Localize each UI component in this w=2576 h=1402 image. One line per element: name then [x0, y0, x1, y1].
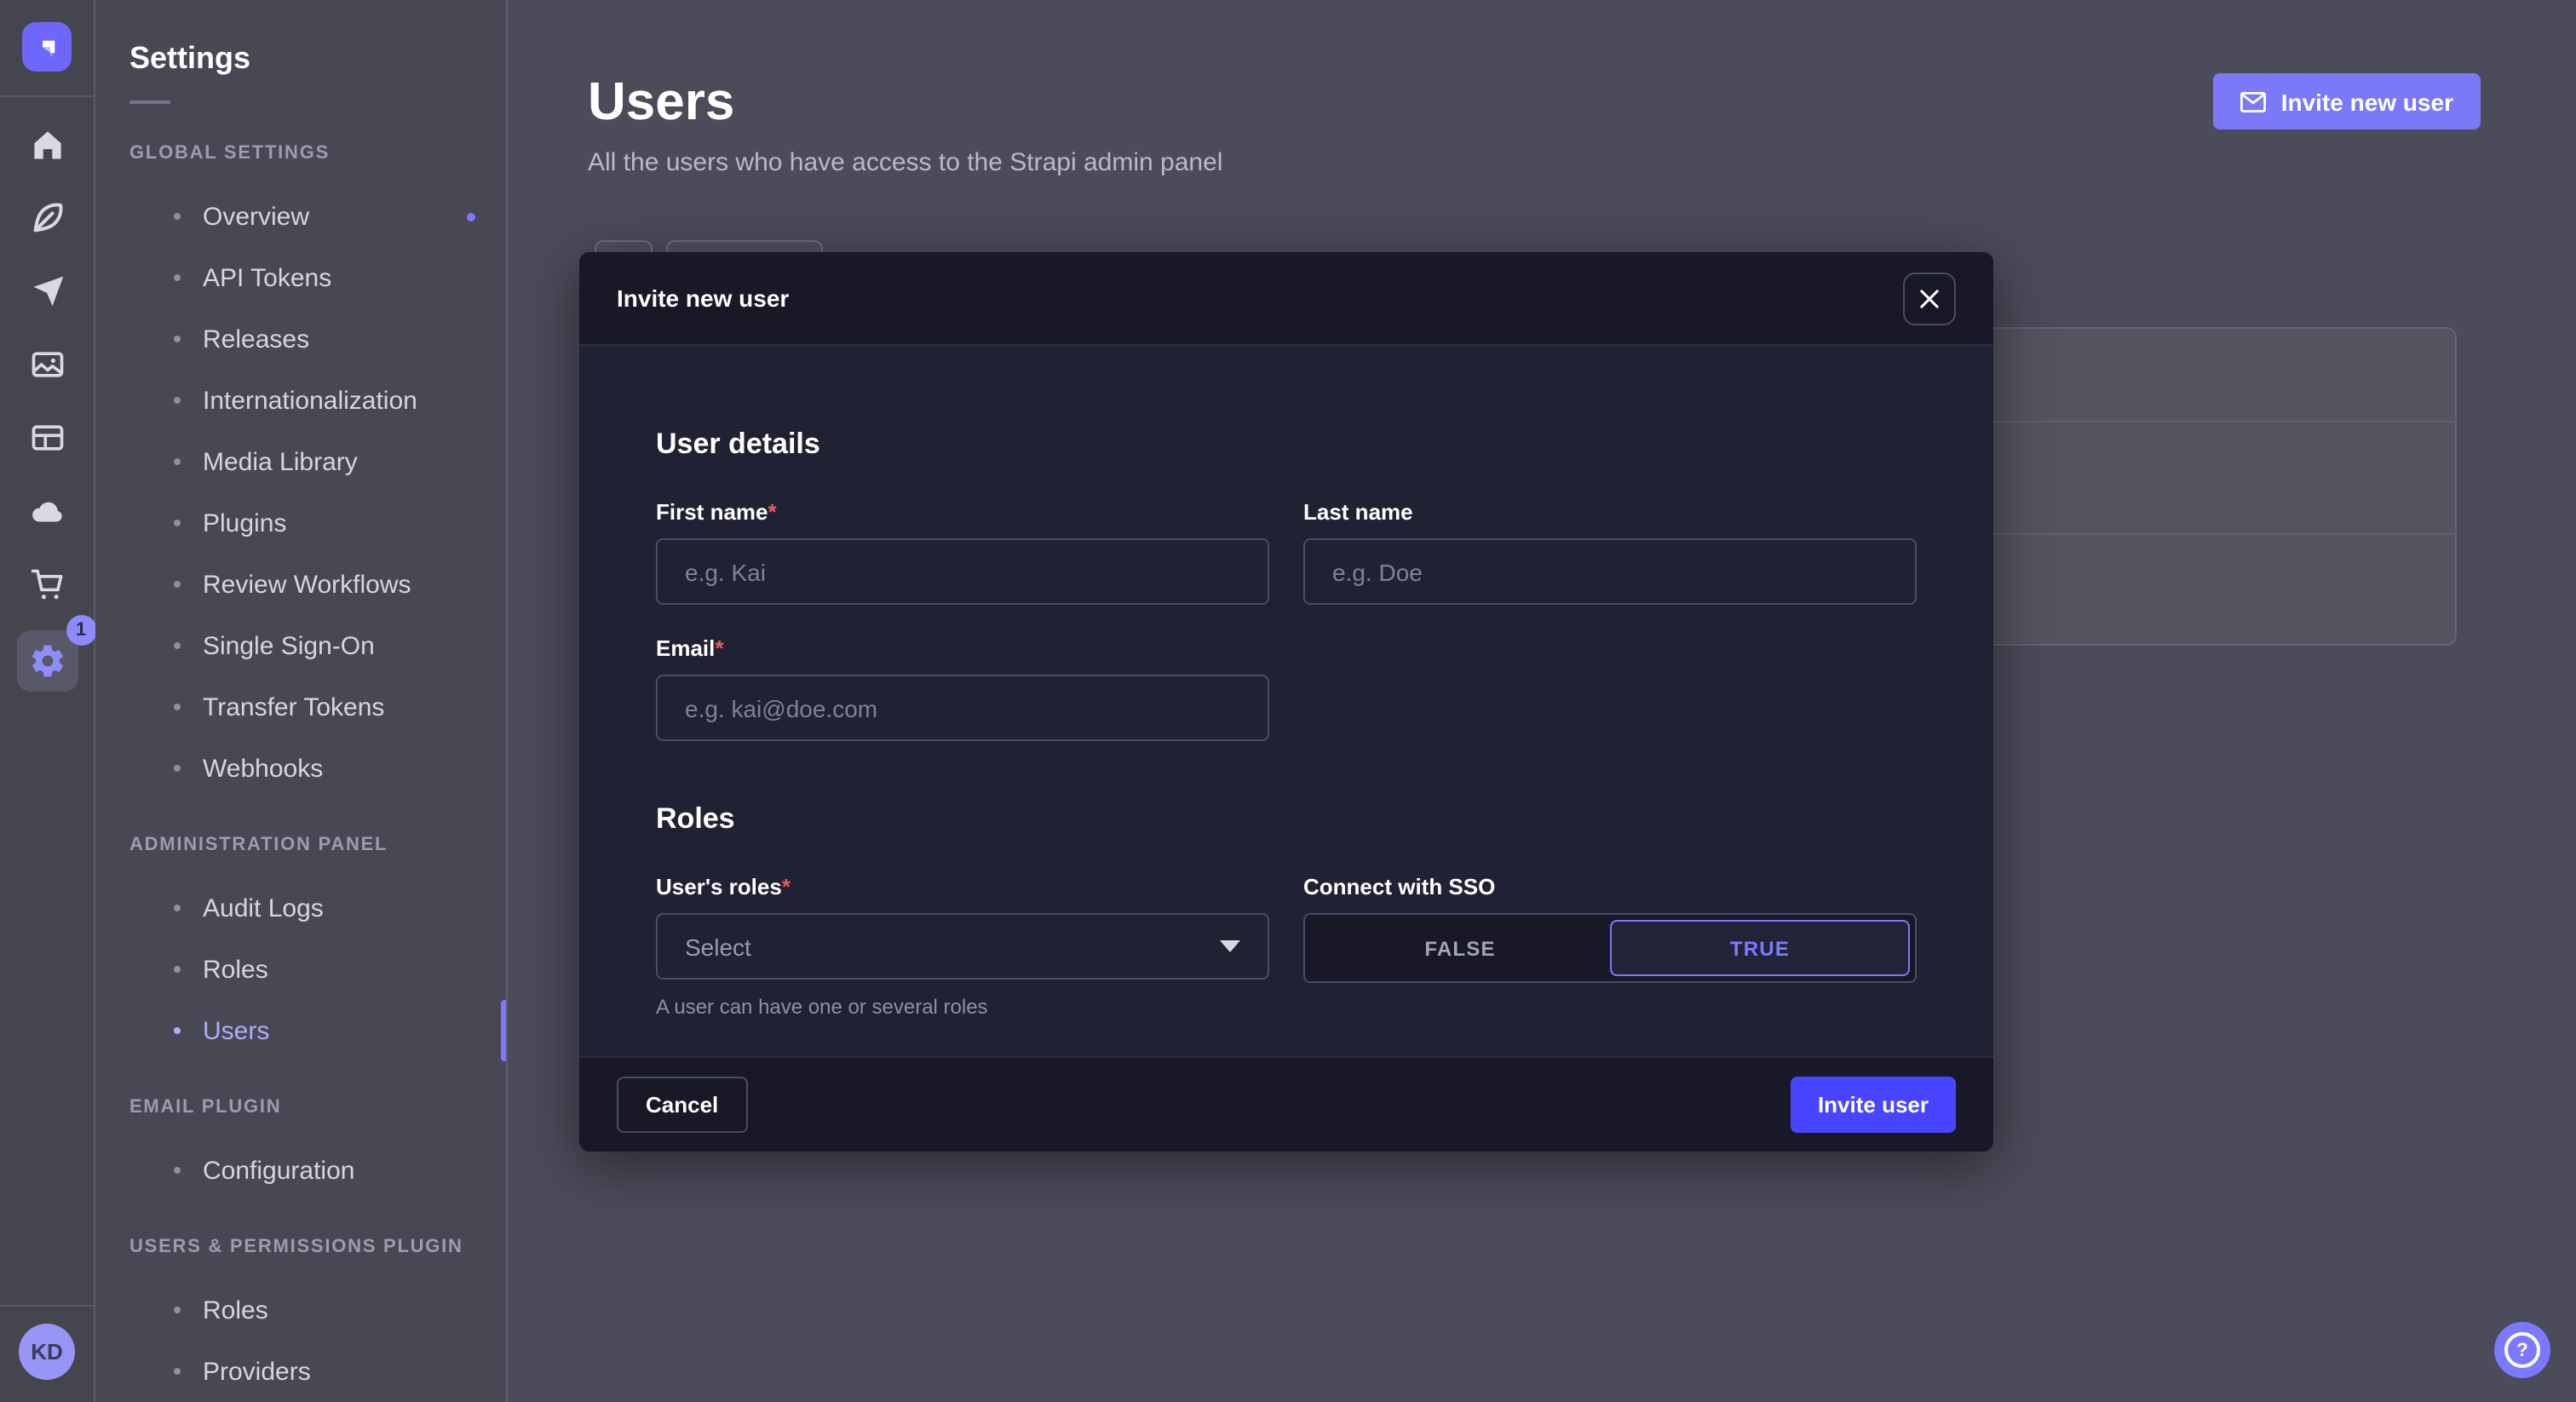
sidebar-item-api-tokens[interactable]: API Tokens: [129, 247, 506, 308]
settings-notification-badge: 1: [66, 615, 96, 646]
user-roles-field-group: User's roles* Select A user can have one…: [656, 874, 1269, 1019]
cloud-icon[interactable]: [26, 491, 67, 531]
bullet-icon: [174, 1027, 181, 1034]
bullet-icon: [174, 458, 181, 465]
sidebar-item-review-workflows[interactable]: Review Workflows: [129, 554, 506, 615]
email-input[interactable]: [656, 675, 1269, 741]
settings-sidebar: Settings GLOBAL SETTINGS Overview API To…: [95, 0, 508, 1402]
modal-title: Invite new user: [617, 284, 789, 312]
strapi-logo[interactable]: [22, 22, 72, 72]
user-roles-select[interactable]: Select: [656, 913, 1269, 980]
sidebar-item-configuration[interactable]: Configuration: [129, 1140, 506, 1201]
bullet-icon: [174, 642, 181, 649]
sso-option-false[interactable]: FALSE: [1310, 920, 1610, 976]
strapi-logo-icon: [32, 32, 62, 62]
envelope-icon: [2240, 91, 2266, 112]
section-title-roles: Roles: [656, 802, 1917, 836]
sso-field-group: Connect with SSO FALSE TRUE: [1303, 874, 1917, 1019]
bullet-icon: [174, 213, 181, 220]
bullet-icon: [174, 704, 181, 710]
home-icon[interactable]: [26, 124, 67, 165]
invite-user-modal: Invite new user User details First name*: [579, 252, 1993, 1152]
help-button[interactable]: ?: [2494, 1322, 2550, 1378]
strapi-admin-screen: 1 KD Settings GLOBAL SETTINGS Overview A…: [0, 0, 2576, 1402]
cancel-button[interactable]: Cancel: [617, 1077, 747, 1133]
layout-icon[interactable]: [26, 417, 67, 458]
page-subtitle: All the users who have access to the Str…: [588, 148, 2481, 177]
bullet-icon: [174, 1368, 181, 1375]
last-name-label: Last name: [1303, 499, 1917, 525]
bullet-icon: [174, 336, 181, 342]
feather-icon[interactable]: [26, 198, 67, 238]
sidebar-item-audit-logs[interactable]: Audit Logs: [129, 877, 506, 939]
section-header-administration-panel: ADMINISTRATION PANEL: [129, 813, 506, 877]
sidebar-title: Settings: [129, 41, 506, 77]
bullet-icon: [174, 397, 181, 404]
user-roles-label: User's roles*: [656, 874, 1269, 899]
email-field-group: Email*: [656, 635, 1269, 741]
bullet-icon: [174, 274, 181, 281]
close-button[interactable]: [1903, 272, 1956, 325]
bullet-icon: [174, 520, 181, 526]
modal-footer: Cancel Invite user: [579, 1056, 1993, 1152]
sidebar-title-divider: [129, 101, 170, 104]
last-name-field-group: Last name: [1303, 499, 1917, 605]
bullet-icon: [174, 966, 181, 973]
section-header-global-settings: GLOBAL SETTINGS: [129, 121, 506, 186]
sidebar-item-transfer-tokens[interactable]: Transfer Tokens: [129, 676, 506, 738]
modal-body: User details First name* Last name: [579, 346, 1993, 1019]
section-header-users-permissions-plugin: USERS & PERMISSIONS PLUGIN: [129, 1215, 506, 1279]
sidebar-item-up-roles[interactable]: Roles: [129, 1279, 506, 1341]
icon-rail: 1 KD: [0, 0, 95, 1402]
bullet-icon: [174, 1307, 181, 1313]
sidebar-item-admin-roles[interactable]: Roles: [129, 939, 506, 1000]
page-header: Users All the users who have access to t…: [509, 0, 2576, 177]
close-icon: [1920, 289, 1939, 307]
rail-nav: 1: [0, 124, 94, 685]
sidebar-item-overview[interactable]: Overview: [129, 186, 506, 247]
media-library-icon[interactable]: [26, 344, 67, 385]
sso-option-true[interactable]: TRUE: [1610, 920, 1910, 976]
roles-hint-text: A user can have one or several roles: [656, 995, 1269, 1019]
page-title: Users: [588, 75, 2481, 128]
bullet-icon: [174, 765, 181, 772]
sidebar-item-releases[interactable]: Releases: [129, 308, 506, 370]
user-avatar[interactable]: KD: [19, 1324, 75, 1380]
first-name-field-group: First name*: [656, 499, 1269, 605]
required-asterisk: *: [768, 499, 777, 525]
first-name-input[interactable]: [656, 538, 1269, 605]
invite-user-submit-button[interactable]: Invite user: [1791, 1077, 1956, 1133]
bullet-icon: [174, 1167, 181, 1174]
sidebar-item-media-library[interactable]: Media Library: [129, 431, 506, 492]
rail-bottom-divider: [0, 1305, 94, 1307]
sidebar-item-providers[interactable]: Providers: [129, 1341, 506, 1402]
question-mark-icon: ?: [2504, 1332, 2540, 1368]
required-asterisk: *: [715, 635, 723, 661]
bullet-icon: [174, 905, 181, 911]
rail-divider: [0, 95, 94, 97]
modal-header: Invite new user: [579, 252, 1993, 346]
sidebar-item-plugins[interactable]: Plugins: [129, 492, 506, 554]
required-asterisk: *: [782, 874, 791, 899]
invite-new-user-button[interactable]: Invite new user: [2213, 73, 2481, 129]
sso-label: Connect with SSO: [1303, 874, 1917, 899]
sidebar-item-internationalization[interactable]: Internationalization: [129, 370, 506, 431]
first-name-label: First name*: [656, 499, 1269, 525]
section-title-user-details: User details: [656, 428, 1917, 462]
chevron-down-icon: [1220, 940, 1240, 952]
sidebar-item-users[interactable]: Users: [129, 1000, 506, 1061]
send-icon[interactable]: [26, 271, 67, 312]
overview-notification-dot-icon: [467, 212, 475, 221]
email-label: Email*: [656, 635, 1269, 661]
settings-gear-icon[interactable]: 1: [16, 630, 78, 692]
sidebar-item-webhooks[interactable]: Webhooks: [129, 738, 506, 799]
sidebar-item-single-sign-on[interactable]: Single Sign-On: [129, 615, 506, 676]
sso-toggle: FALSE TRUE: [1303, 913, 1917, 983]
bullet-icon: [174, 581, 181, 588]
section-header-email-plugin: EMAIL PLUGIN: [129, 1075, 506, 1140]
marketplace-cart-icon[interactable]: [26, 564, 67, 605]
last-name-input[interactable]: [1303, 538, 1917, 605]
